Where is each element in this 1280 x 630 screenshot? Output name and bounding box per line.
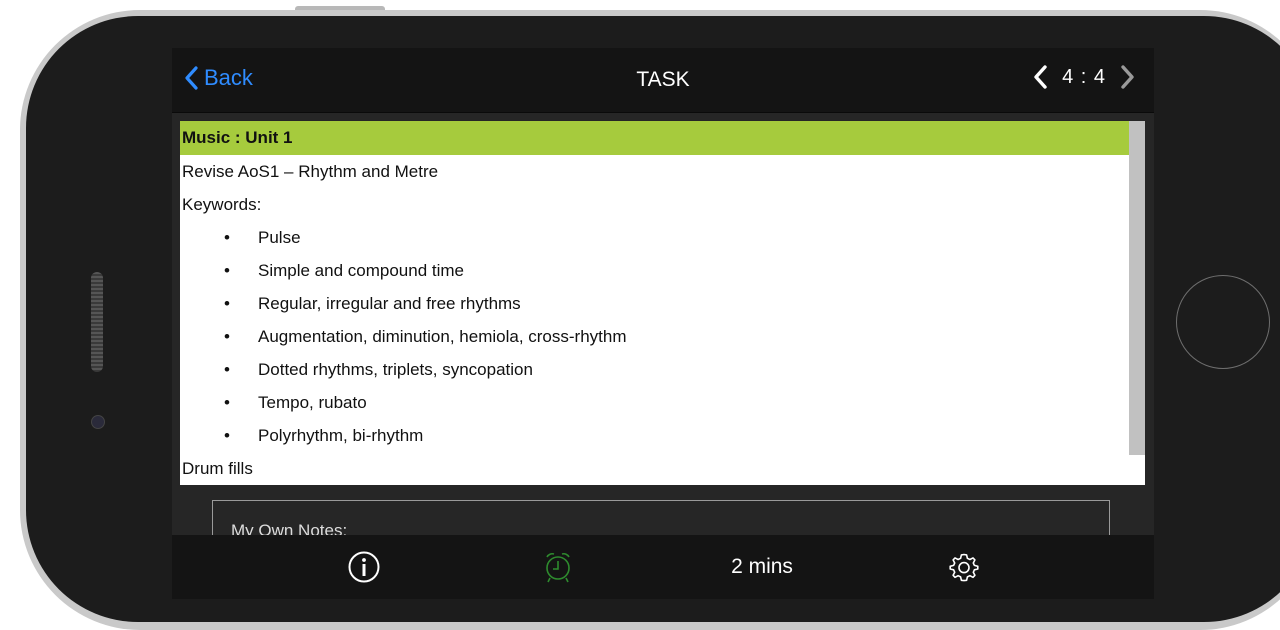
info-button[interactable] (336, 535, 392, 599)
task-content[interactable]: Music : Unit 1 Revise AoS1 – Rhythm and … (180, 121, 1145, 485)
task-pager: 4 : 4 (1032, 64, 1136, 90)
page-title: TASK (636, 68, 690, 91)
keyword-item: • Dotted rhythms, triplets, syncopation (180, 353, 1145, 386)
subject-header: Music : Unit 1 (180, 121, 1145, 155)
bullet-icon: • (224, 426, 230, 445)
bullet-icon: • (224, 360, 230, 379)
bullet-icon: • (224, 261, 230, 280)
keyword-item: • Augmentation, diminution, hemiola, cro… (180, 320, 1145, 353)
task-counter: 4 : 4 (1062, 65, 1106, 88)
app-screen: Back TASK 4 : 4 Music : Unit 1 Revise Ao… (172, 48, 1154, 599)
keyword-text: Simple and compound time (258, 261, 465, 280)
content-scrollbar[interactable] (1129, 121, 1145, 485)
task-footer-line: Drum fills (182, 459, 253, 478)
keyword-item: • Tempo, rubato (180, 386, 1145, 419)
keyword-text: Polyrhythm, bi-rhythm (258, 426, 424, 445)
bullet-icon: • (224, 228, 230, 247)
info-icon (348, 551, 380, 583)
bullet-icon: • (224, 294, 230, 313)
keyword-item: • Pulse (180, 221, 1145, 254)
bottom-toolbar: 2 mins (172, 535, 1154, 599)
phone-speaker (91, 272, 103, 372)
keyword-text: Augmentation, diminution, hemiola, cross… (258, 327, 627, 346)
keyword-text: Tempo, rubato (258, 393, 367, 412)
alarm-button[interactable] (530, 535, 586, 599)
nav-bar: Back TASK 4 : 4 (172, 48, 1154, 113)
keyword-item: • Polyrhythm, bi-rhythm (180, 419, 1145, 452)
task-description: Revise AoS1 – Rhythm and Metre (182, 162, 439, 181)
previous-task-button[interactable] (1032, 64, 1048, 90)
scrollbar-thumb[interactable] (1129, 121, 1145, 455)
phone-camera (91, 415, 105, 429)
home-button[interactable] (1176, 275, 1270, 369)
keywords-heading: Keywords: (182, 195, 262, 214)
settings-button[interactable] (936, 535, 992, 599)
bullet-icon: • (224, 393, 230, 412)
alarm-clock-icon (546, 552, 570, 583)
keyword-text: Pulse (258, 228, 301, 247)
bullet-icon: • (224, 327, 230, 346)
keyword-text: Regular, irregular and free rhythms (258, 294, 521, 313)
gear-icon (949, 553, 979, 582)
time-remaining: 2 mins (731, 555, 793, 578)
keyword-item: • Simple and compound time (180, 254, 1145, 287)
keyword-item: • Regular, irregular and free rhythms (180, 287, 1145, 320)
next-task-button[interactable] (1120, 64, 1136, 90)
keyword-text: Dotted rhythms, triplets, syncopation (258, 360, 533, 379)
